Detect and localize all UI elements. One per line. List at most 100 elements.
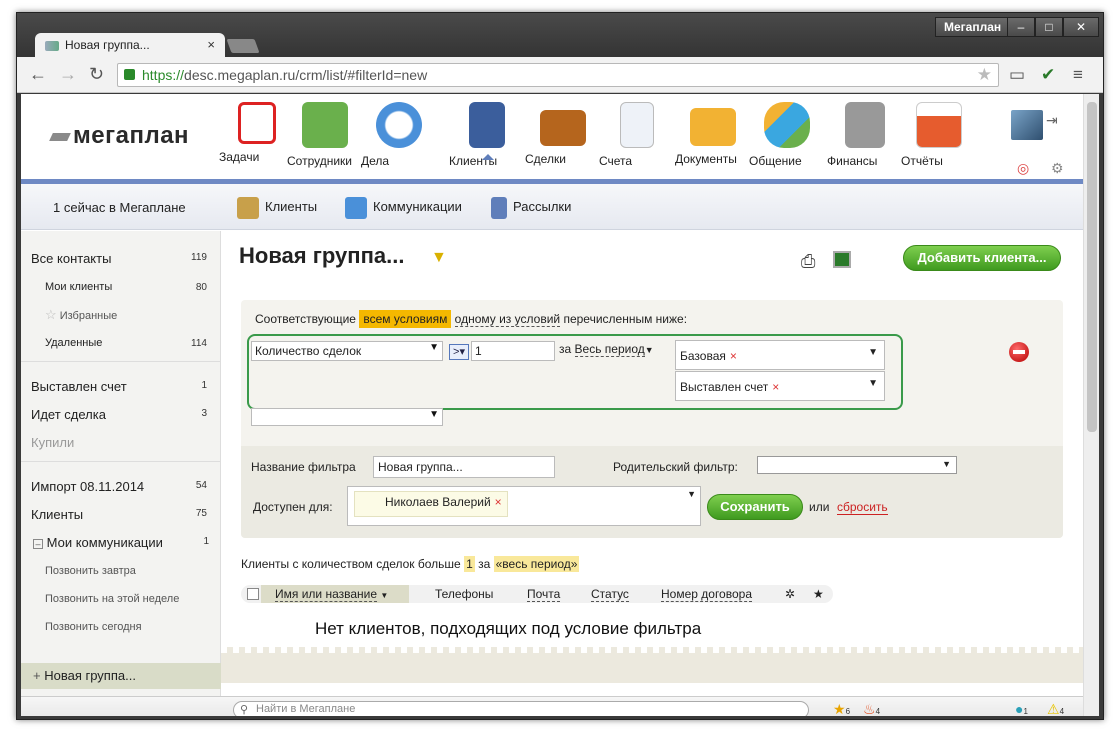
add-client-button[interactable]: Добавить клиента... (903, 245, 1061, 271)
chevron-down-icon: ▼ (429, 342, 439, 353)
tag-select-1[interactable]: Базовая × ▼ (675, 340, 885, 370)
minimize-button[interactable]: – (1007, 17, 1035, 37)
available-for-select[interactable]: Николаев Валерий × ▼ (347, 486, 701, 526)
parent-filter-select[interactable]: ▼ (757, 456, 957, 474)
module-employees[interactable]: Сотрудники (287, 102, 363, 168)
sidebar-item-invoiced[interactable]: Выставлен счет 1 (31, 379, 207, 394)
subtab-label: Коммуникации (373, 199, 462, 214)
column-email[interactable]: Почта (527, 587, 561, 602)
scrollbar-thumb[interactable] (1087, 102, 1097, 432)
star-notifications-icon[interactable]: ★6 (833, 701, 850, 716)
module-reports[interactable]: Отчёты (901, 102, 977, 168)
column-name[interactable]: Имя или название ▼ (275, 587, 389, 602)
global-search-input[interactable]: ⚲ Найти в Мегаплане (233, 701, 809, 716)
sidebar-item-clients[interactable]: Клиенты 75 (31, 507, 207, 522)
subtab-clients[interactable]: Клиенты (237, 196, 317, 219)
filter-name-input[interactable]: Новая группа... (373, 456, 555, 478)
sidebar-item-call-this-week[interactable]: Позвонить на этой неделе (45, 593, 207, 605)
bookmark-star-icon[interactable]: ★ (977, 65, 992, 85)
chat-notifications-icon[interactable]: ●1 (1015, 701, 1028, 716)
address-bar[interactable]: https://desc.megaplan.ru/crm/list/#filte… (117, 63, 999, 87)
sidebar-item-bought[interactable]: Купили (31, 435, 207, 450)
chevron-down-icon: ▼ (429, 409, 439, 420)
favorite-star-icon[interactable]: ★ (813, 587, 824, 601)
chat-bubbles-icon (764, 102, 810, 148)
tag-remove-icon[interactable]: × (730, 349, 737, 363)
chat-count: 1 (1023, 707, 1028, 716)
remove-condition-icon[interactable] (1009, 342, 1029, 362)
print-icon[interactable]: ⎙ (801, 251, 815, 272)
value-input[interactable]: 1 (471, 341, 555, 361)
module-tasks[interactable]: Задачи (219, 102, 295, 164)
module-label: Дела (361, 154, 390, 168)
maximize-button[interactable]: □ (1035, 17, 1063, 37)
reload-icon[interactable]: ↻ (89, 65, 104, 83)
sidebar-item-label: Позвонить на этой неделе (45, 593, 180, 605)
subtab-mailings[interactable]: Рассылки (491, 196, 571, 219)
browser-tab[interactable]: Новая группа... × (35, 33, 225, 59)
filter-funnel-icon[interactable]: ▼ (431, 249, 447, 267)
save-button[interactable]: Сохранить (707, 494, 803, 520)
column-contract[interactable]: Номер договора (661, 587, 752, 602)
alert-notifications-icon[interactable]: ⚠4 (1047, 701, 1064, 716)
column-phones[interactable]: Телефоны (435, 587, 493, 601)
avatar[interactable] (1011, 110, 1043, 140)
match-all-option[interactable]: всем условиям (359, 310, 452, 328)
reset-link[interactable]: сбросить (837, 500, 888, 515)
close-window-button[interactable]: ✕ (1063, 17, 1099, 37)
online-count[interactable]: 1 сейчас в Мегаплане (53, 200, 186, 215)
new-condition-select[interactable]: ▼ (251, 408, 443, 426)
excel-export-icon[interactable] (833, 251, 851, 268)
sidebar-item-my-clients[interactable]: Мои клиенты 80 (45, 281, 207, 293)
screen-icon[interactable]: ▭ (1009, 65, 1025, 85)
match-any-option[interactable]: одному из условий (454, 312, 561, 327)
back-icon[interactable]: ← (29, 65, 47, 83)
sidebar-item-deleted[interactable]: Удаленные 114 (45, 337, 207, 349)
sidebar-item-import[interactable]: Импорт 08.11.2014 54 (31, 479, 207, 494)
module-invoices[interactable]: Счета (599, 102, 675, 168)
sidebar-item-call-today[interactable]: Позвонить сегодня (45, 621, 207, 633)
tag-remove-icon[interactable]: × (772, 380, 779, 394)
operator-select[interactable]: >▾ (449, 344, 469, 360)
column-label: Телефоны (435, 587, 494, 601)
module-communication[interactable]: Общение (749, 102, 825, 168)
collapse-icon[interactable]: – (33, 539, 43, 549)
sidebar-item-my-communications[interactable]: – Мои коммуникации 1 (33, 535, 209, 550)
forward-icon[interactable]: → (59, 65, 77, 83)
select-all-checkbox[interactable] (247, 588, 259, 600)
module-finance[interactable]: Финансы (827, 102, 903, 168)
subtab-communications[interactable]: Коммуникации (345, 196, 462, 219)
sidebar-item-favorites[interactable]: ☆ Избранные (45, 307, 207, 323)
page-scrollbar[interactable] (1083, 94, 1099, 716)
module-label: Финансы (827, 154, 878, 168)
logout-icon[interactable]: ⇥ (1046, 112, 1058, 129)
module-documents[interactable]: Документы (675, 102, 751, 166)
sidebar-item-label: Все контакты (31, 251, 112, 266)
column-settings-icon[interactable]: ✲ (785, 587, 795, 601)
period-value[interactable]: Весь период (574, 342, 645, 357)
clients-book-icon (237, 196, 259, 219)
period-selector[interactable]: за Весь период▼ (559, 342, 654, 357)
module-affairs[interactable]: Дела (361, 102, 437, 168)
menu-icon[interactable]: ≡ (1073, 65, 1083, 85)
extension-icon[interactable]: ✔ (1041, 65, 1055, 85)
new-tab-button[interactable] (226, 39, 260, 53)
torn-paper-edge (221, 647, 1083, 683)
help-lifebuoy-icon[interactable]: ◎ (1017, 160, 1029, 177)
user-remove-icon[interactable]: × (495, 495, 502, 509)
field-select[interactable]: Количество сделок ▼ (251, 341, 443, 361)
sidebar-item-deal-in-progress[interactable]: Идет сделка 3 (31, 407, 207, 422)
module-clients[interactable]: Клиенты (449, 102, 525, 168)
app-header: мегаплан Задачи Сотрудники Дела Клиенты … (21, 94, 1083, 179)
column-status[interactable]: Статус (591, 587, 629, 602)
gear-icon[interactable]: ⚙ (1051, 160, 1064, 177)
sidebar-item-call-tomorrow[interactable]: Позвонить завтра (45, 565, 207, 577)
sort-caret-icon: ▼ (380, 591, 389, 600)
sidebar-item-all-contacts[interactable]: Все контакты 119 (31, 251, 207, 266)
fire-notifications-icon[interactable]: ♨4 (863, 701, 880, 716)
logo[interactable]: мегаплан (49, 122, 189, 150)
tab-close-icon[interactable]: × (207, 37, 215, 52)
module-deals[interactable]: Сделки (525, 102, 601, 166)
tag-select-2[interactable]: Выставлен счет × ▼ (675, 371, 885, 401)
sidebar-item-new-group[interactable]: + Новая группа... (21, 663, 221, 689)
